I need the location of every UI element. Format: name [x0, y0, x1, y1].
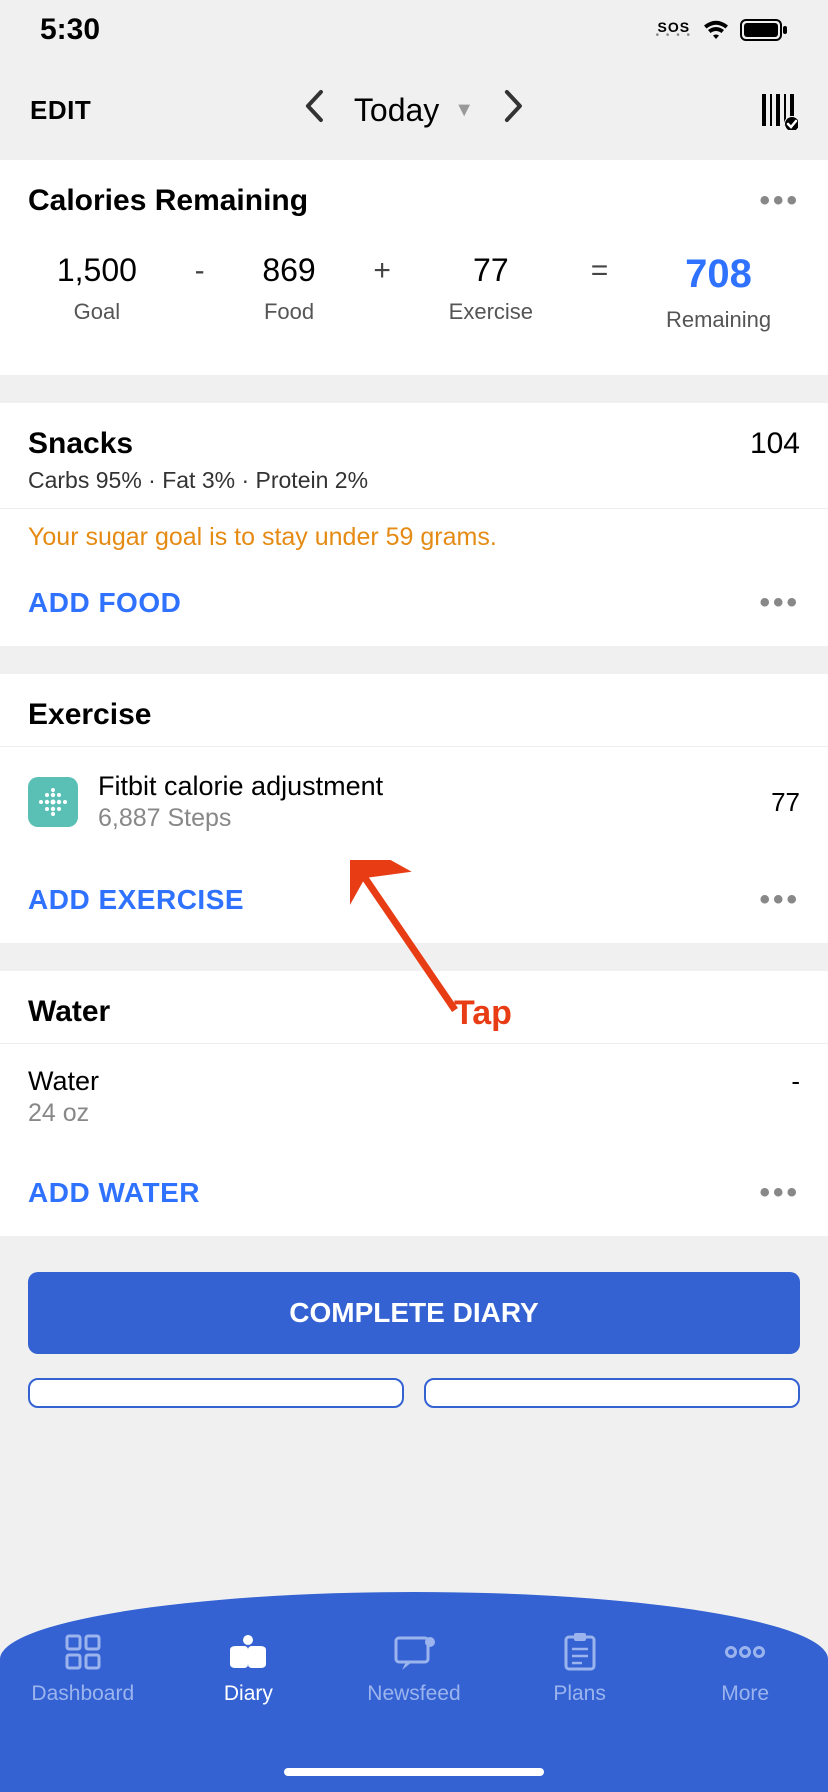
snacks-section: Snacks Carbs 95% · Fat 3% · Protein 2% 1…	[0, 403, 828, 646]
outline-button-1[interactable]	[28, 1378, 404, 1408]
complete-diary-button[interactable]: COMPLETE DIARY	[28, 1272, 800, 1354]
complete-section: COMPLETE DIARY	[0, 1236, 828, 1428]
cal-goal-value: 1,500	[57, 252, 137, 289]
cal-remaining-value: 708	[666, 252, 771, 297]
dashboard-icon	[63, 1632, 103, 1672]
water-more-icon[interactable]: •••	[759, 1176, 800, 1210]
exercise-section: Exercise Fitbit calorie adjustment 6,887…	[0, 674, 828, 943]
add-water-button[interactable]: ADD WATER	[28, 1177, 200, 1209]
more-icon	[723, 1632, 767, 1672]
battery-icon	[740, 18, 788, 42]
water-item[interactable]: Water 24 oz -	[0, 1043, 828, 1150]
cal-exercise-value: 77	[449, 252, 533, 289]
nav-bar: EDIT Today ▼	[0, 60, 828, 160]
outline-button-2[interactable]	[424, 1378, 800, 1408]
wifi-icon	[702, 19, 730, 41]
exercise-name: Fitbit calorie adjustment	[98, 771, 751, 802]
cal-remaining: 708 Remaining	[666, 252, 771, 333]
tab-bar: Dashboard Diary Newsfeed Plans More	[0, 1592, 828, 1792]
fitbit-icon	[28, 777, 78, 827]
calories-more-icon[interactable]: •••	[759, 184, 800, 218]
calories-title: Calories Remaining	[28, 184, 308, 218]
snacks-value: 104	[750, 427, 800, 461]
tab-diary-label: Diary	[224, 1682, 273, 1706]
cal-food-value: 869	[262, 252, 315, 289]
date-selector[interactable]: Today ▼	[354, 92, 474, 129]
water-title: Water	[28, 995, 110, 1029]
edit-button[interactable]: EDIT	[30, 95, 91, 126]
tab-newsfeed[interactable]: Newsfeed	[344, 1632, 484, 1706]
tab-plans-label: Plans	[553, 1682, 606, 1706]
barcode-scan-icon[interactable]	[758, 90, 798, 130]
snacks-title: Snacks	[28, 427, 750, 461]
cal-food: 869 Food	[262, 252, 315, 325]
dropdown-icon: ▼	[454, 99, 474, 122]
snacks-macros: Carbs 95% · Fat 3% · Protein 2%	[28, 467, 750, 494]
exercise-more-icon[interactable]: •••	[759, 883, 800, 917]
plans-icon	[562, 1632, 598, 1672]
water-name: Water	[28, 1066, 99, 1097]
exercise-title: Exercise	[28, 698, 151, 732]
exercise-item-value: 77	[771, 787, 800, 818]
water-section: Water Water 24 oz - ADD WATER •••	[0, 971, 828, 1236]
home-indicator[interactable]	[284, 1768, 544, 1776]
date-label-text: Today	[354, 92, 439, 129]
diary-icon	[226, 1632, 270, 1672]
cal-goal-label: Goal	[57, 299, 137, 325]
sugar-warning: Your sugar goal is to stay under 59 gram…	[0, 508, 828, 560]
equals-op: =	[591, 252, 609, 288]
cal-exercise-label: Exercise	[449, 299, 533, 325]
chevron-right-icon[interactable]	[504, 88, 524, 133]
cal-remaining-label: Remaining	[666, 307, 771, 333]
tab-diary[interactable]: Diary	[178, 1632, 318, 1706]
newsfeed-icon	[392, 1632, 436, 1672]
tab-more[interactable]: More	[675, 1632, 815, 1706]
cal-food-label: Food	[262, 299, 315, 325]
cal-goal: 1,500 Goal	[57, 252, 137, 325]
tab-plans[interactable]: Plans	[510, 1632, 650, 1706]
date-navigator: Today ▼	[304, 88, 524, 133]
add-food-button[interactable]: ADD FOOD	[28, 587, 181, 619]
tab-newsfeed-label: Newsfeed	[367, 1682, 460, 1706]
status-icons: SOS • • • •	[656, 18, 788, 42]
calories-card: Calories Remaining ••• 1,500 Goal - 869 …	[0, 160, 828, 375]
status-time: 5:30	[40, 13, 100, 47]
plus-op: +	[373, 252, 391, 288]
tab-dashboard[interactable]: Dashboard	[13, 1632, 153, 1706]
exercise-detail: 6,887 Steps	[98, 804, 751, 833]
water-amount: 24 oz	[28, 1099, 99, 1128]
cal-exercise: 77 Exercise	[449, 252, 533, 325]
tab-dashboard-label: Dashboard	[31, 1682, 134, 1706]
water-value: -	[791, 1066, 800, 1128]
status-bar: 5:30 SOS • • • •	[0, 0, 828, 60]
add-exercise-button[interactable]: ADD EXERCISE	[28, 884, 244, 916]
chevron-left-icon[interactable]	[304, 88, 324, 133]
exercise-item-fitbit[interactable]: Fitbit calorie adjustment 6,887 Steps 77	[0, 746, 828, 857]
tab-more-label: More	[721, 1682, 769, 1706]
snacks-more-icon[interactable]: •••	[759, 586, 800, 620]
minus-op: -	[195, 252, 205, 288]
